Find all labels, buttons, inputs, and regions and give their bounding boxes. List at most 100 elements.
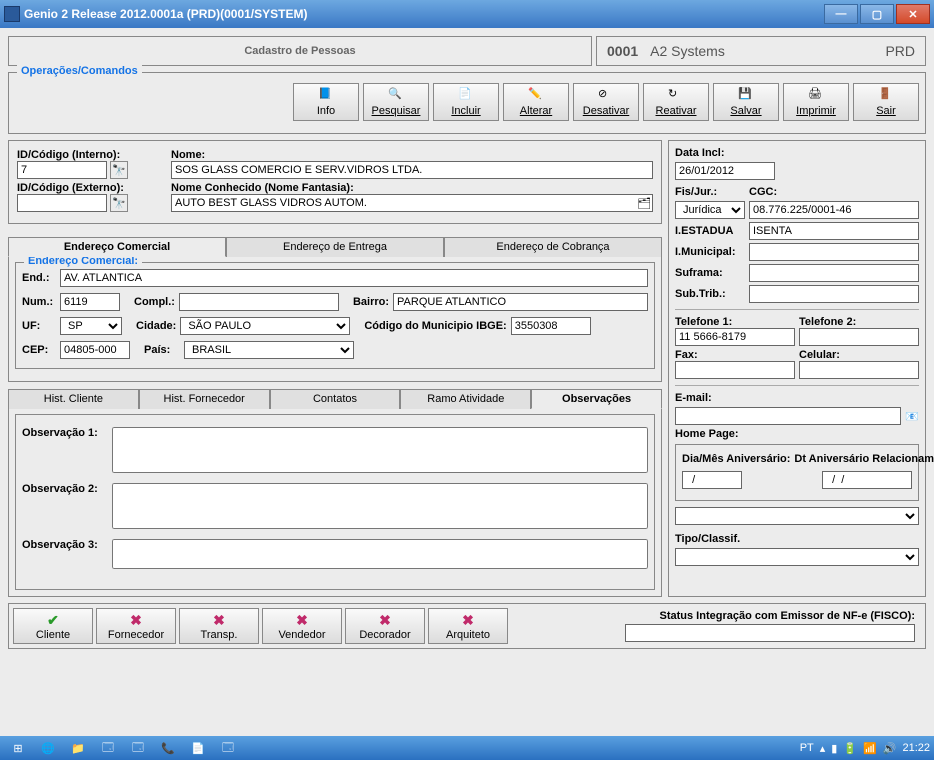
num-field[interactable] xyxy=(60,293,120,311)
alterar-button[interactable]: ✏️Alterar xyxy=(503,83,569,121)
status-nfe-field[interactable] xyxy=(625,624,915,642)
tray-net-icon[interactable]: 📶 xyxy=(863,742,877,755)
diames-field[interactable] xyxy=(682,471,742,489)
combo1[interactable] xyxy=(675,507,919,525)
clock[interactable]: 21:22 xyxy=(902,742,930,754)
explorer-icon[interactable]: 📁 xyxy=(64,738,92,758)
print-icon: 🖨 xyxy=(808,87,824,103)
imunicipal-field[interactable] xyxy=(749,243,919,261)
right-panel: Data Incl: Fis/Jur.: CGC: Jurídica I.EST… xyxy=(668,140,926,597)
tipo-select[interactable] xyxy=(675,548,919,566)
cel-field[interactable] xyxy=(799,361,919,379)
tab-observacoes[interactable]: Observações xyxy=(531,389,662,409)
subtrib-field[interactable] xyxy=(749,285,919,303)
tray-vol-icon[interactable]: 🔊 xyxy=(883,742,897,755)
cidade-select[interactable]: SÃO PAULO xyxy=(180,317,350,335)
start-button[interactable]: ⊞ xyxy=(4,738,32,758)
tray-up-icon[interactable]: ▴ xyxy=(820,742,826,755)
ibge-field[interactable] xyxy=(511,317,591,335)
info-button[interactable]: 📘Info xyxy=(293,83,359,121)
id-externo-field[interactable] xyxy=(17,194,107,212)
disable-icon: ⊘ xyxy=(598,87,614,103)
arquiteto-button[interactable]: ✖Arquiteto xyxy=(428,608,508,644)
suframa-field[interactable] xyxy=(749,264,919,282)
exit-icon: 🚪 xyxy=(878,87,894,103)
identity-panel: ID/Código (Interno): 🔭 Nome: ID/Código (… xyxy=(8,140,662,224)
tab-hist-cliente[interactable]: Hist. Cliente xyxy=(8,389,139,409)
tab-endereco-entrega[interactable]: Endereço de Entrega xyxy=(226,237,444,257)
ie-icon[interactable]: 🌐 xyxy=(34,738,62,758)
nome-field[interactable] xyxy=(171,161,653,179)
fornecedor-button[interactable]: ✖Fornecedor xyxy=(96,608,176,644)
save-icon: 💾 xyxy=(738,87,754,103)
x-icon: ✖ xyxy=(130,612,142,629)
end-field[interactable] xyxy=(60,269,648,287)
fantasia-field[interactable] xyxy=(171,194,653,212)
bairro-field[interactable] xyxy=(393,293,648,311)
fax-field[interactable] xyxy=(675,361,795,379)
compl-field[interactable] xyxy=(179,293,339,311)
tab-endereco-cobranca[interactable]: Endereço de Cobrança xyxy=(444,237,662,257)
num-label: Num.: xyxy=(22,296,56,308)
x-icon: ✖ xyxy=(379,612,391,629)
id-interno-field[interactable] xyxy=(17,161,107,179)
fantasia-label: Nome Conhecido (Nome Fantasia): xyxy=(171,182,354,194)
obs3-field[interactable] xyxy=(112,539,648,569)
cep-field[interactable] xyxy=(60,341,130,359)
minimize-button[interactable]: — xyxy=(824,4,858,24)
close-button[interactable]: ✕ xyxy=(896,4,930,24)
search-externo-button[interactable]: 🔭 xyxy=(110,194,128,212)
desativar-button[interactable]: ⊘Desativar xyxy=(573,83,639,121)
obs2-field[interactable] xyxy=(112,483,648,529)
search-interno-button[interactable]: 🔭 xyxy=(110,161,128,179)
lang-indicator[interactable]: PT xyxy=(800,742,814,754)
iestadua-field[interactable] xyxy=(749,222,919,240)
ibge-label: Código do Municipio IBGE: xyxy=(364,320,506,332)
cgc-field[interactable] xyxy=(749,201,919,219)
salvar-button[interactable]: 💾Salvar xyxy=(713,83,779,121)
system-code: 0001 xyxy=(607,43,638,59)
data-incl-field[interactable] xyxy=(675,162,775,180)
app2-icon[interactable]: 🗔 xyxy=(124,738,152,758)
dtaniv-label: Dt Aniversário Relacionamento: xyxy=(794,453,934,465)
tab-contatos[interactable]: Contatos xyxy=(270,389,401,409)
decorador-button[interactable]: ✖Decorador xyxy=(345,608,425,644)
tel2-field[interactable] xyxy=(799,328,919,346)
vendedor-button[interactable]: ✖Vendedor xyxy=(262,608,342,644)
x-icon: ✖ xyxy=(296,612,308,629)
add-icon: 📄 xyxy=(458,87,474,103)
imprimir-button[interactable]: 🖨Imprimir xyxy=(783,83,849,121)
window-titlebar: Genio 2 Release 2012.0001a (PRD)(0001/SY… xyxy=(0,0,934,28)
data-incl-label: Data Incl: xyxy=(675,147,725,159)
uf-select[interactable]: SP xyxy=(60,317,122,335)
imunicipal-label: I.Municipal: xyxy=(675,246,745,258)
tel1-field[interactable] xyxy=(675,328,795,346)
system-info-box: 0001 A2 Systems PRD xyxy=(596,36,926,66)
tab-hist-fornecedor[interactable]: Hist. Fornecedor xyxy=(139,389,270,409)
incluir-button[interactable]: 📄Incluir xyxy=(433,83,499,121)
tab-endereco-comercial[interactable]: Endereço Comercial xyxy=(8,237,226,257)
transp-button[interactable]: ✖Transp. xyxy=(179,608,259,644)
app3-icon[interactable]: 🗔 xyxy=(214,738,242,758)
tab-ramo-atividade[interactable]: Ramo Atividade xyxy=(400,389,531,409)
word-icon[interactable]: 📄 xyxy=(184,738,212,758)
app1-icon[interactable]: 🗔 xyxy=(94,738,122,758)
reativar-button[interactable]: ↻Reativar xyxy=(643,83,709,121)
obs1-field[interactable] xyxy=(112,427,648,473)
pais-select[interactable]: BRASIL xyxy=(184,341,354,359)
status-nfe-label: Status Integração com Emissor de NF-e (F… xyxy=(660,610,916,622)
fisjur-select[interactable]: Jurídica xyxy=(675,201,745,219)
cliente-button[interactable]: ✔Cliente xyxy=(13,608,93,644)
search-icon: 🔍 xyxy=(388,87,404,103)
lookup-icon[interactable]: 🗂 xyxy=(637,197,651,210)
page-title: Cadastro de Pessoas xyxy=(244,45,355,57)
sair-button[interactable]: 🚪Sair xyxy=(853,83,919,121)
pesquisar-button[interactable]: 🔍Pesquisar xyxy=(363,83,429,121)
tray-battery-icon[interactable]: 🔋 xyxy=(843,742,857,755)
skype-icon[interactable]: 📞 xyxy=(154,738,182,758)
dtaniv-field[interactable] xyxy=(822,471,912,489)
email-icon[interactable]: 📧 xyxy=(905,410,919,423)
email-field[interactable] xyxy=(675,407,901,425)
tray-flag-icon[interactable]: ▮ xyxy=(831,742,837,755)
maximize-button[interactable]: ▢ xyxy=(860,4,894,24)
